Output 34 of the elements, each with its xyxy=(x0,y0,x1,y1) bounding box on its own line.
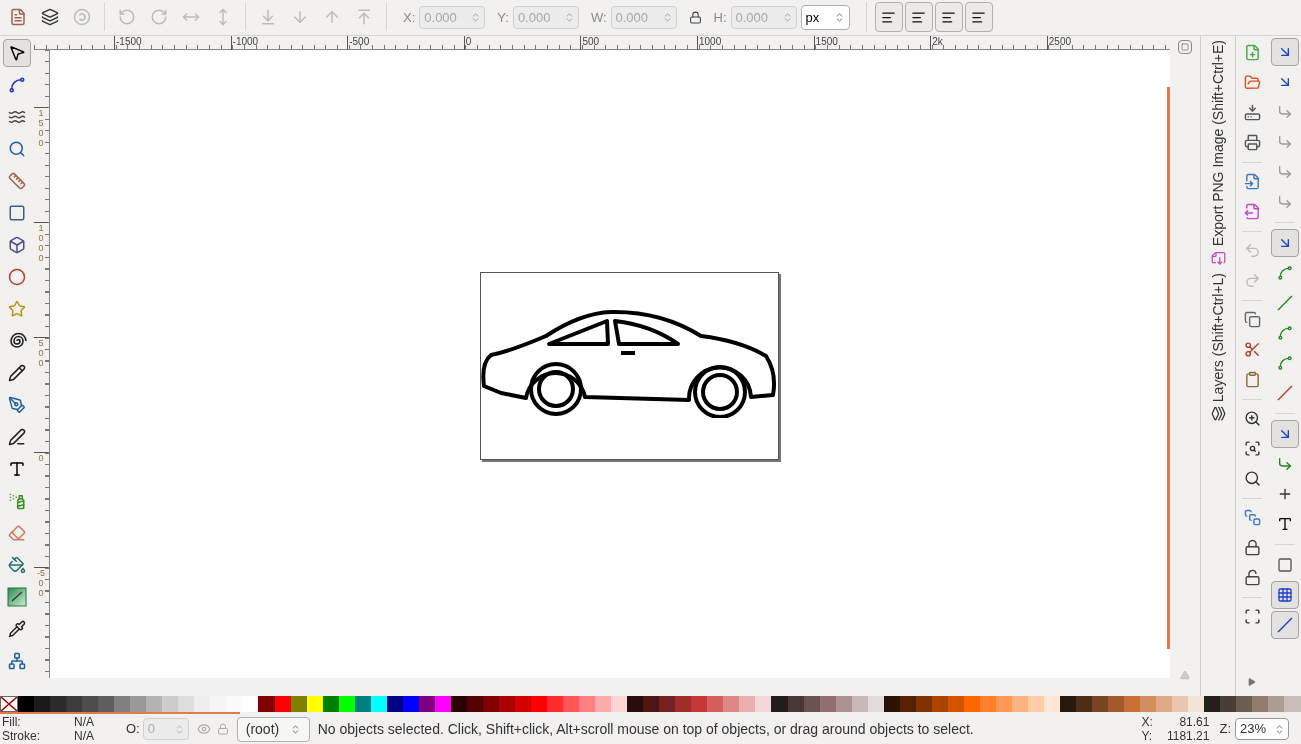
field-label: H: xyxy=(713,8,727,27)
stroke-label: Stroke: xyxy=(2,729,41,743)
opacity-label: O: xyxy=(126,720,140,739)
ruler-label: 0 xyxy=(463,35,472,50)
ruler-label: 2k xyxy=(930,35,943,50)
dock-tab[interactable]: Export PNG Image (Shift+Ctrl+E) xyxy=(1203,39,1233,266)
field-label: Y: xyxy=(497,8,509,27)
dock-tab[interactable]: Layers (Shift+Ctrl+L) xyxy=(1203,273,1233,422)
ruler-label: -1000 xyxy=(230,35,259,50)
ruler-label: 0 xyxy=(34,451,48,463)
ruler-label: -1500 xyxy=(114,35,142,50)
status-message: No objects selected. Click, Shift+click, Alt+scroll mouse on top of objects, or drag around objects to select. xyxy=(317,719,975,739)
x-value: 81.61 xyxy=(1178,715,1210,729)
ruler-label: 500 xyxy=(580,35,600,50)
ruler-label: 500 xyxy=(34,336,48,368)
zoom-field[interactable]: 23% xyxy=(1235,718,1289,740)
ruler-label: -500 xyxy=(34,566,48,598)
ruler-label: 1000 xyxy=(697,35,722,50)
y-label: Y: xyxy=(1141,729,1154,743)
fill-label: Fill: xyxy=(2,715,22,729)
unit-dropdown[interactable]: px xyxy=(800,4,850,30)
ruler-label: -500 xyxy=(347,35,370,50)
field-label: W: xyxy=(590,8,607,27)
field-label: X: xyxy=(403,8,416,27)
x-label: X: xyxy=(1141,715,1154,729)
ruler-label: 1500 xyxy=(34,106,48,148)
zoom-label: Z: xyxy=(1219,720,1231,739)
layer-dropdown[interactable]: (root) xyxy=(236,716,310,742)
fill-value: N/A xyxy=(74,715,95,729)
ruler-label: 1000 xyxy=(34,221,48,263)
stroke-value: N/A xyxy=(74,729,95,743)
ruler-label: 1500 xyxy=(813,35,838,50)
y-value: 1181.21 xyxy=(1165,729,1210,743)
ruler-label: 2500 xyxy=(1046,35,1072,50)
